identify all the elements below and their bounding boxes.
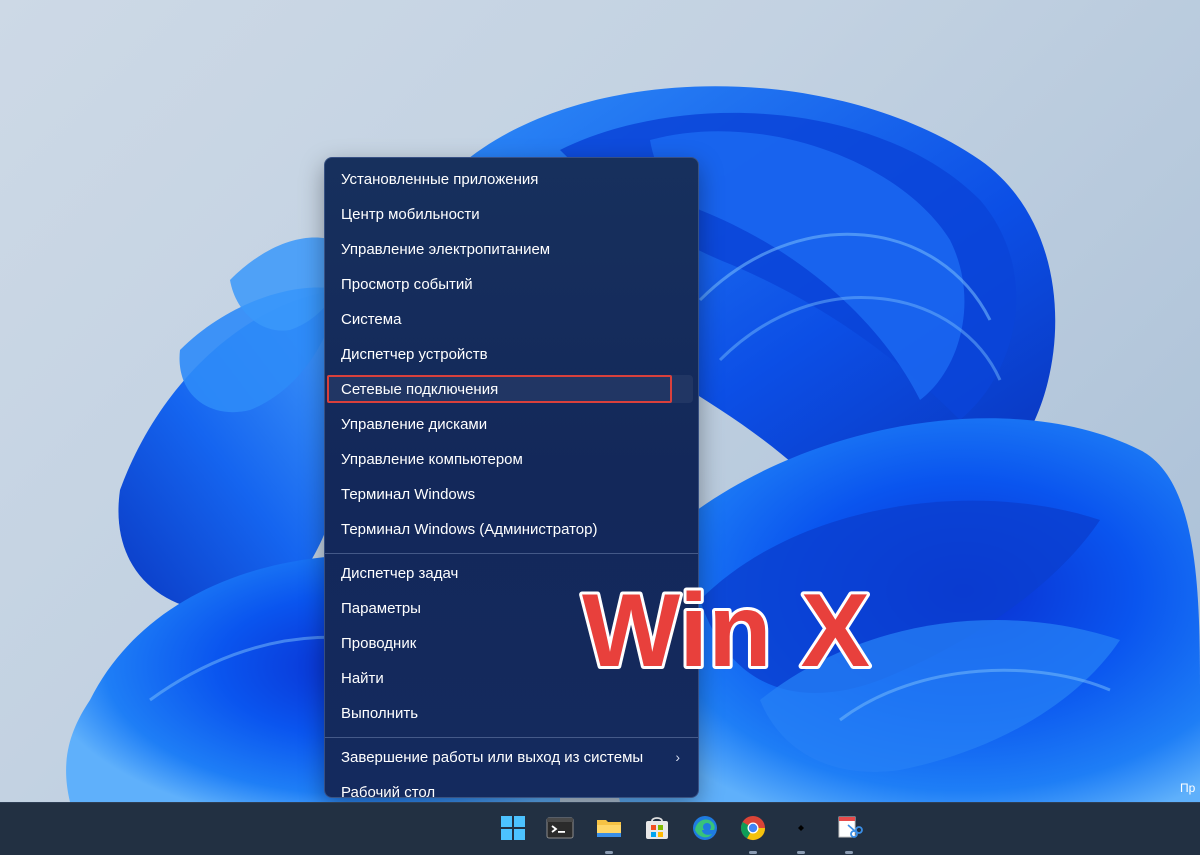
- terminal-button[interactable]: [545, 813, 575, 843]
- menu-item[interactable]: Просмотр событий: [325, 267, 698, 302]
- menu-item-label: Терминал Windows (Администратор): [341, 521, 598, 538]
- edge-button[interactable]: [690, 813, 720, 843]
- menu-item[interactable]: Система: [325, 302, 698, 337]
- win-x-overlay-text: Win X: [582, 578, 870, 688]
- menu-item-label: Параметры: [341, 600, 421, 617]
- menu-item-label: Диспетчер устройств: [341, 346, 488, 363]
- menu-item[interactable]: Установленные приложения: [325, 162, 698, 197]
- win-x-overlay-label: Win X: [579, 578, 873, 688]
- menu-item[interactable]: Центр мобильности: [325, 197, 698, 232]
- chrome-button[interactable]: [738, 813, 768, 854]
- menu-item-label: Выполнить: [341, 705, 419, 722]
- menu-item[interactable]: Управление дисками: [325, 407, 698, 442]
- small-black-app-icon: [798, 825, 804, 831]
- terminal-icon: [546, 817, 574, 839]
- menu-item[interactable]: Выполнить: [325, 696, 698, 731]
- menu-item-label: Терминал Windows: [341, 486, 476, 503]
- windows-start-button[interactable]: [498, 813, 528, 843]
- menu-item-label: Найти: [341, 670, 384, 687]
- windows-start-icon: [501, 816, 525, 840]
- desktop: Установленные приложения Центр мобильност…: [0, 0, 1200, 802]
- taskbar: [0, 802, 1200, 855]
- winx-context-menu: Установленные приложения Центр мобильност…: [324, 157, 699, 801]
- file-explorer-button[interactable]: [594, 813, 624, 854]
- snipping-tool-button[interactable]: [834, 813, 864, 854]
- menu-item-label: Управление электропитанием: [341, 241, 551, 258]
- menu-item-label: Система: [341, 311, 402, 328]
- menu-item[interactable]: Сетевые подключения: [325, 372, 698, 407]
- menu-item[interactable]: Терминал Windows (Администратор): [325, 512, 698, 547]
- menu-item[interactable]: Управление компьютером: [325, 442, 698, 477]
- chrome-icon: [740, 816, 765, 841]
- menu-item[interactable]: Управление электропитанием: [325, 232, 698, 267]
- menu-item-label: Завершение работы или выход из системы: [341, 749, 644, 766]
- menu-separator: [325, 553, 698, 554]
- menu-item-label: Управление компьютером: [341, 451, 523, 468]
- menu-group-power: Завершение работы или выход из системы › Р…: [325, 740, 698, 802]
- menu-item-label: Сетевые подключения: [341, 381, 499, 398]
- menu-item[interactable]: Терминал Windows: [325, 477, 698, 512]
- menu-group-admin-tools: Установленные приложения Центр мобильност…: [325, 162, 698, 547]
- edge-icon: [693, 816, 717, 840]
- chevron-right-icon: ›: [675, 749, 680, 765]
- snipping-tool-icon: [838, 816, 863, 838]
- small-black-app-button[interactable]: [786, 813, 816, 854]
- menu-item-label: Центр мобильности: [341, 206, 480, 223]
- menu-item-label: Рабочий стол: [341, 784, 436, 801]
- microsoft-store-icon: [646, 817, 668, 839]
- menu-item-label: Управление дисками: [341, 416, 488, 433]
- menu-item-label: Установленные приложения: [341, 171, 539, 188]
- corner-clipped-text: Пр: [1180, 781, 1196, 795]
- menu-item[interactable]: Завершение работы или выход из системы ›: [325, 740, 698, 775]
- menu-item-label: Диспетчер задач: [341, 565, 459, 582]
- menu-separator: [325, 737, 698, 738]
- menu-item[interactable]: Рабочий стол: [325, 775, 698, 802]
- menu-item-label: Просмотр событий: [341, 276, 473, 293]
- file-explorer-icon: [597, 820, 621, 837]
- menu-item-label: Проводник: [341, 635, 417, 652]
- menu-item[interactable]: Диспетчер устройств: [325, 337, 698, 372]
- microsoft-store-button[interactable]: [642, 813, 672, 843]
